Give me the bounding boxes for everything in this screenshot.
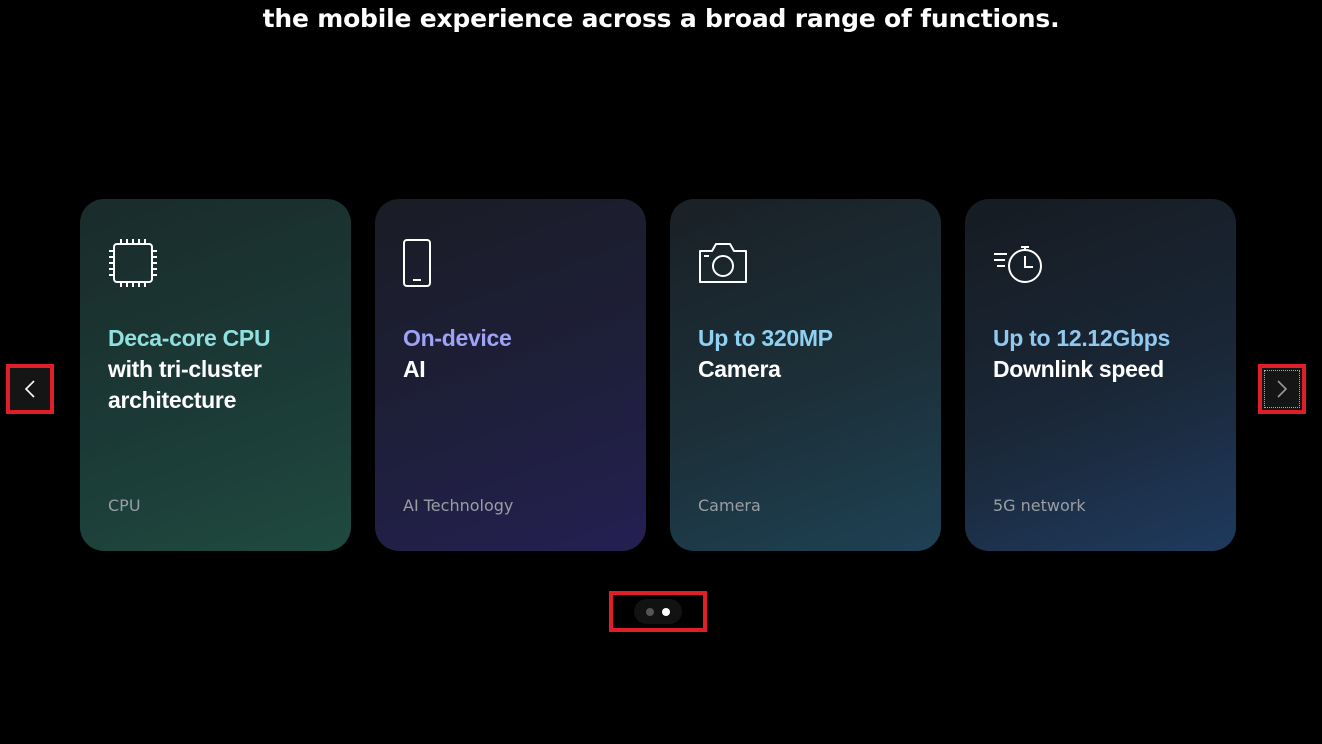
chevron-right-icon xyxy=(1277,380,1288,398)
feature-card-ai[interactable]: On-device AI AI Technology xyxy=(375,199,646,551)
card-category-label: 5G network xyxy=(993,496,1086,515)
card-title: Up to 12.12Gbps Downlink speed xyxy=(993,323,1208,385)
cpu-chip-icon xyxy=(109,239,157,287)
card-title-accent: Up to 320MP xyxy=(698,325,833,351)
card-title-line: Downlink speed xyxy=(993,356,1164,382)
pagination-dot-active[interactable] xyxy=(662,607,670,616)
card-category-label: AI Technology xyxy=(403,496,514,515)
card-category-label: Camera xyxy=(698,496,761,515)
card-title-line: AI xyxy=(403,356,426,382)
camera-icon xyxy=(699,243,747,283)
pagination-dot[interactable] xyxy=(646,607,654,616)
feature-carousel: Deca-core CPU with tri-cluster architect… xyxy=(80,199,1237,551)
pagination-pill xyxy=(634,599,682,624)
feature-card-cpu[interactable]: Deca-core CPU with tri-cluster architect… xyxy=(80,199,351,551)
stopwatch-speed-icon xyxy=(994,246,1042,283)
card-title-accent: On-device xyxy=(403,325,512,351)
card-title: Up to 320MP Camera xyxy=(698,323,913,385)
carousel-next-button[interactable] xyxy=(1258,364,1306,414)
smartphone-icon xyxy=(403,239,431,287)
card-title-accent: Deca-core CPU xyxy=(108,325,271,351)
focus-ring xyxy=(1264,370,1300,408)
carousel-pagination xyxy=(609,591,707,632)
feature-card-5g[interactable]: Up to 12.12Gbps Downlink speed 5G networ… xyxy=(965,199,1236,551)
chevron-left-icon xyxy=(24,380,35,398)
card-title-line: architecture xyxy=(108,387,237,413)
card-title-line: with tri-cluster xyxy=(108,356,262,382)
card-title: On-device AI xyxy=(403,323,618,385)
card-title-accent: Up to 12.12Gbps xyxy=(993,325,1170,351)
feature-card-camera[interactable]: Up to 320MP Camera Camera xyxy=(670,199,941,551)
card-title-line: Camera xyxy=(698,356,781,382)
page: the mobile experience across a broad ran… xyxy=(0,0,1322,744)
section-headline: the mobile experience across a broad ran… xyxy=(262,4,1060,33)
card-category-label: CPU xyxy=(108,496,141,515)
carousel-prev-button[interactable] xyxy=(6,364,54,414)
card-title: Deca-core CPU with tri-cluster architect… xyxy=(108,323,323,416)
